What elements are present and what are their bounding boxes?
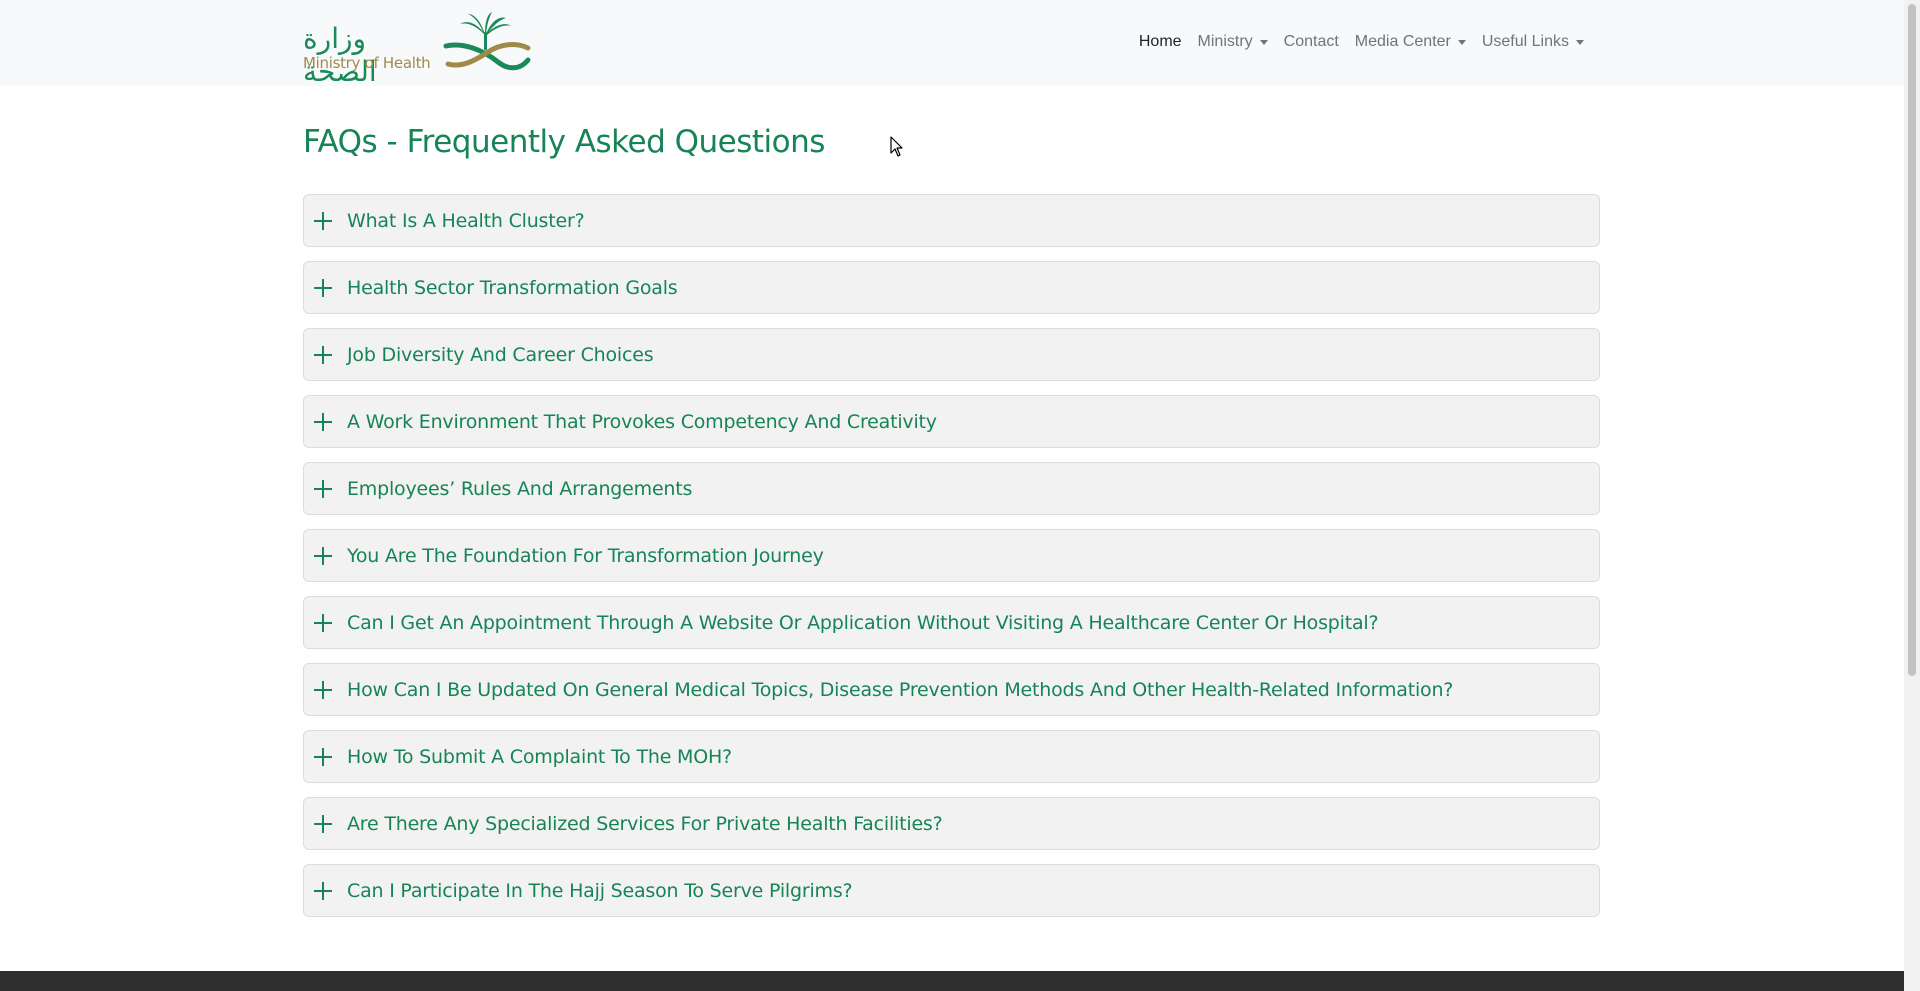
faq-item[interactable]: Can I Get An Appointment Through A Websi… bbox=[303, 596, 1600, 649]
nav-ministry-label: Ministry bbox=[1197, 33, 1253, 50]
nav-useful-links-label: Useful Links bbox=[1481, 33, 1569, 50]
logo-english-text: Ministry of Health bbox=[303, 54, 431, 72]
faq-item[interactable]: What Is A Health Cluster? bbox=[303, 194, 1600, 247]
faq-question: Employees’ Rules And Arrangements bbox=[347, 477, 693, 500]
page-footer bbox=[0, 971, 1904, 991]
caret-down-icon bbox=[1457, 39, 1466, 45]
page-title: FAQs - Frequently Asked Questions bbox=[303, 124, 825, 160]
top-navbar: وزارة الصحة Ministry of Health Home Mini… bbox=[0, 0, 1904, 88]
nav-home[interactable]: Home bbox=[1131, 31, 1190, 53]
mouse-cursor-icon bbox=[890, 136, 903, 157]
plus-icon bbox=[314, 747, 332, 766]
faq-question: Can I Get An Appointment Through A Websi… bbox=[347, 611, 1379, 634]
palm-emblem-icon bbox=[443, 12, 531, 71]
faq-question: Are There Any Specialized Services For P… bbox=[347, 812, 943, 835]
faq-item[interactable]: Job Diversity And Career Choices bbox=[303, 328, 1600, 381]
vertical-scrollbar[interactable] bbox=[1904, 0, 1920, 991]
faq-question: You Are The Foundation For Transformatio… bbox=[347, 544, 824, 567]
nav-contact[interactable]: Contact bbox=[1276, 31, 1347, 53]
faq-item[interactable]: Can I Participate In The Hajj Season To … bbox=[303, 864, 1600, 917]
faq-item[interactable]: Are There Any Specialized Services For P… bbox=[303, 797, 1600, 850]
plus-icon bbox=[314, 412, 332, 431]
faq-item[interactable]: How To Submit A Complaint To The MOH? bbox=[303, 730, 1600, 783]
plus-icon bbox=[314, 211, 332, 230]
plus-icon bbox=[314, 345, 332, 364]
main-nav: Home Ministry Contact Media Center Usefu… bbox=[1131, 31, 1592, 53]
moh-logo[interactable]: وزارة الصحة Ministry of Health bbox=[303, 12, 533, 88]
faq-question: Can I Participate In The Hajj Season To … bbox=[347, 879, 853, 902]
nav-media-center[interactable]: Media Center bbox=[1347, 31, 1474, 53]
nav-useful-links[interactable]: Useful Links bbox=[1474, 31, 1592, 53]
plus-icon bbox=[314, 479, 332, 498]
plus-icon bbox=[314, 278, 332, 297]
plus-icon bbox=[314, 613, 332, 632]
faq-question: Job Diversity And Career Choices bbox=[347, 343, 654, 366]
faq-question: A Work Environment That Provokes Compete… bbox=[347, 410, 937, 433]
nav-contact-label: Contact bbox=[1283, 33, 1339, 50]
plus-icon bbox=[314, 680, 332, 699]
caret-down-icon bbox=[1576, 39, 1584, 45]
scrollbar-thumb[interactable] bbox=[1908, 4, 1916, 676]
faq-accordion: What Is A Health Cluster? Health Sector … bbox=[303, 194, 1600, 931]
faq-question: What Is A Health Cluster? bbox=[347, 209, 585, 232]
nav-home-label: Home bbox=[1138, 33, 1182, 50]
faq-question: How Can I Be Updated On General Medical … bbox=[347, 678, 1454, 701]
plus-icon bbox=[314, 546, 332, 565]
faq-item[interactable]: Health Sector Transformation Goals bbox=[303, 261, 1600, 314]
nav-ministry[interactable]: Ministry bbox=[1190, 31, 1276, 53]
nav-media-center-label: Media Center bbox=[1354, 33, 1451, 50]
faq-item[interactable]: Employees’ Rules And Arrangements bbox=[303, 462, 1600, 515]
faq-item[interactable]: How Can I Be Updated On General Medical … bbox=[303, 663, 1600, 716]
plus-icon bbox=[314, 881, 332, 900]
caret-down-icon bbox=[1259, 39, 1268, 45]
faq-item[interactable]: You Are The Foundation For Transformatio… bbox=[303, 529, 1600, 582]
faq-question: How To Submit A Complaint To The MOH? bbox=[347, 745, 732, 768]
faq-question: Health Sector Transformation Goals bbox=[347, 276, 678, 299]
plus-icon bbox=[314, 814, 332, 833]
faq-item[interactable]: A Work Environment That Provokes Compete… bbox=[303, 395, 1600, 448]
